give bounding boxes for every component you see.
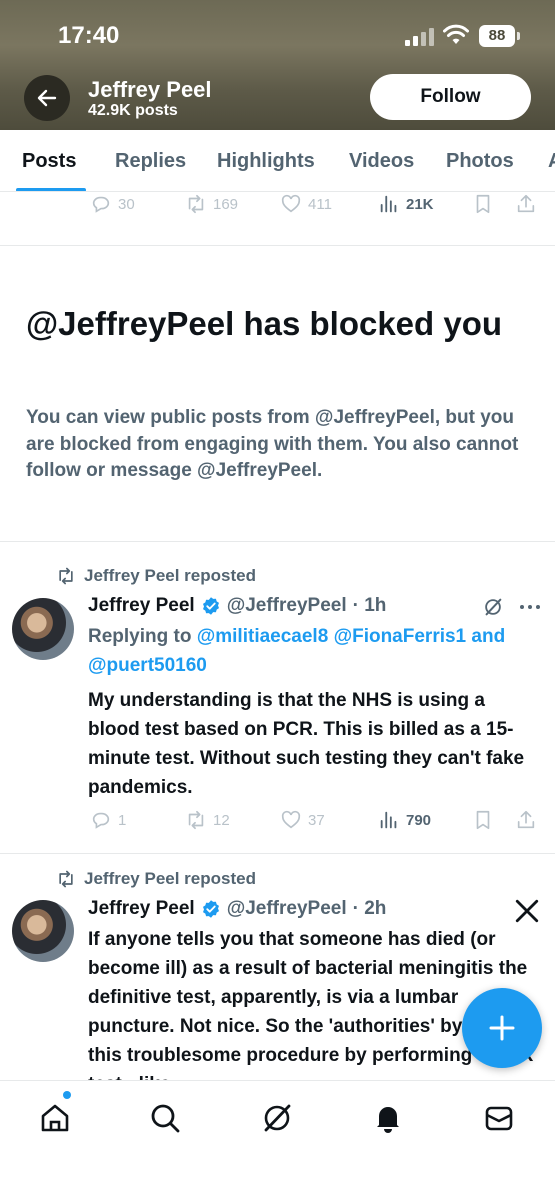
- follow-button[interactable]: Follow: [370, 74, 531, 120]
- home-icon[interactable]: [38, 1101, 72, 1135]
- bookmark-button[interactable]: [472, 809, 494, 831]
- like-count: 37: [308, 811, 325, 829]
- tab-more-partial[interactable]: A: [548, 150, 555, 173]
- share-icon: [517, 194, 535, 213]
- view-count: 790: [406, 811, 432, 829]
- bottom-nav: [0, 1080, 555, 1200]
- author-handle: @JeffreyPeel: [226, 595, 347, 616]
- share-button[interactable]: [515, 809, 537, 831]
- repost-icon: [188, 810, 204, 830]
- bookmark-button[interactable]: [472, 193, 494, 215]
- author-handle: @JeffreyPeel: [226, 898, 347, 919]
- repost-count: 169: [213, 195, 239, 213]
- mention-link[interactable]: @FionaFerris1: [334, 626, 467, 647]
- messages-icon[interactable]: [482, 1101, 516, 1135]
- views-button[interactable]: 21K: [378, 193, 434, 215]
- like-count: 411: [308, 195, 332, 213]
- divider: [0, 853, 555, 854]
- signal-icon: [405, 28, 435, 46]
- like-button[interactable]: 37: [280, 809, 325, 831]
- search-icon[interactable]: [148, 1101, 182, 1135]
- x-logo-icon: [515, 899, 539, 923]
- tab-photos[interactable]: Photos: [446, 150, 514, 173]
- reply-icon: [92, 812, 110, 829]
- profile-header: 17:40 88 Jeffrey Peel 42.9K posts Follow: [0, 0, 555, 130]
- posts-count: 42.9K posts: [88, 102, 178, 119]
- views-icon: [380, 811, 397, 829]
- blocked-title: @JeffreyPeel has blocked you: [26, 305, 503, 342]
- author-name: Jeffrey Peel: [88, 898, 195, 919]
- repost-icon: [59, 567, 73, 585]
- views-button[interactable]: 790: [378, 809, 431, 831]
- like-button[interactable]: 411: [280, 193, 332, 215]
- profile-tabs: Posts Replies Highlights Videos Photos A: [0, 130, 555, 192]
- reply-count: 1: [118, 811, 127, 829]
- divider: [0, 245, 555, 246]
- verified-badge-icon: [202, 900, 219, 918]
- author-name: Jeffrey Peel: [88, 595, 195, 616]
- tab-posts[interactable]: Posts: [22, 150, 76, 173]
- share-icon: [517, 810, 535, 829]
- bookmark-icon: [476, 810, 490, 830]
- blocked-message: You can view public posts from @JeffreyP…: [26, 407, 519, 481]
- mention-link[interactable]: @puert50160: [88, 655, 207, 676]
- notifications-icon[interactable]: [371, 1101, 405, 1135]
- tab-replies[interactable]: Replies: [115, 150, 186, 173]
- reply-prefix: Replying to: [88, 626, 192, 647]
- more-icon[interactable]: [518, 600, 542, 614]
- status-time: 17:40: [58, 22, 120, 49]
- post-author[interactable]: Jeffrey Peel @JeffreyPeel · 2h: [88, 898, 386, 920]
- heart-icon: [281, 194, 301, 213]
- reply-button[interactable]: 30: [90, 193, 135, 215]
- repost-label: Jeffrey Peel reposted: [56, 566, 256, 586]
- divider: [0, 541, 555, 542]
- view-count: 21K: [406, 195, 434, 213]
- bookmark-icon: [476, 194, 490, 214]
- post-author[interactable]: Jeffrey Peel @JeffreyPeel · 1h: [88, 595, 386, 617]
- avatar[interactable]: [12, 598, 74, 660]
- repost-icon: [188, 194, 204, 214]
- repost-button[interactable]: 169: [185, 193, 238, 215]
- grok-icon[interactable]: [482, 596, 504, 618]
- wifi-icon: [443, 24, 469, 44]
- verified-badge-icon: [202, 597, 219, 615]
- reply-button[interactable]: 1: [90, 809, 126, 831]
- repost-button[interactable]: 12: [185, 809, 230, 831]
- post-actions: 30 169 411 21K: [0, 193, 555, 223]
- tab-highlights[interactable]: Highlights: [217, 150, 315, 173]
- post-text: My understanding is that the NHS is usin…: [88, 690, 525, 798]
- profile-name: Jeffrey Peel: [88, 77, 212, 102]
- repost-label: Jeffrey Peel reposted: [56, 869, 256, 889]
- post-time: · 1h: [352, 595, 387, 616]
- reply-context: Replying to @militiaecael8 @FionaFerris1…: [88, 622, 528, 680]
- post-time: · 2h: [352, 898, 387, 919]
- post-actions: 1 12 37 790: [0, 809, 555, 839]
- heart-icon: [281, 810, 301, 829]
- tab-videos[interactable]: Videos: [349, 150, 414, 173]
- mention-link[interactable]: @militiaecael8: [197, 626, 329, 647]
- repost-text: Jeffrey Peel reposted: [84, 869, 256, 888]
- plus-icon: [489, 1015, 515, 1041]
- avatar[interactable]: [12, 900, 74, 962]
- reply-and: and: [471, 626, 506, 647]
- reply-icon: [92, 196, 110, 213]
- repost-text: Jeffrey Peel reposted: [84, 566, 256, 585]
- battery-icon: 88: [479, 25, 520, 47]
- reply-count: 30: [118, 195, 135, 213]
- back-button[interactable]: [24, 75, 70, 121]
- repost-icon: [59, 870, 73, 888]
- arrow-left-icon: [37, 89, 57, 107]
- compose-button[interactable]: [462, 988, 542, 1068]
- grok-icon[interactable]: [260, 1101, 294, 1135]
- share-button[interactable]: [515, 193, 537, 215]
- views-icon: [380, 195, 397, 213]
- repost-count: 12: [213, 811, 230, 829]
- notification-dot: [63, 1091, 71, 1099]
- active-tab-indicator: [16, 188, 86, 191]
